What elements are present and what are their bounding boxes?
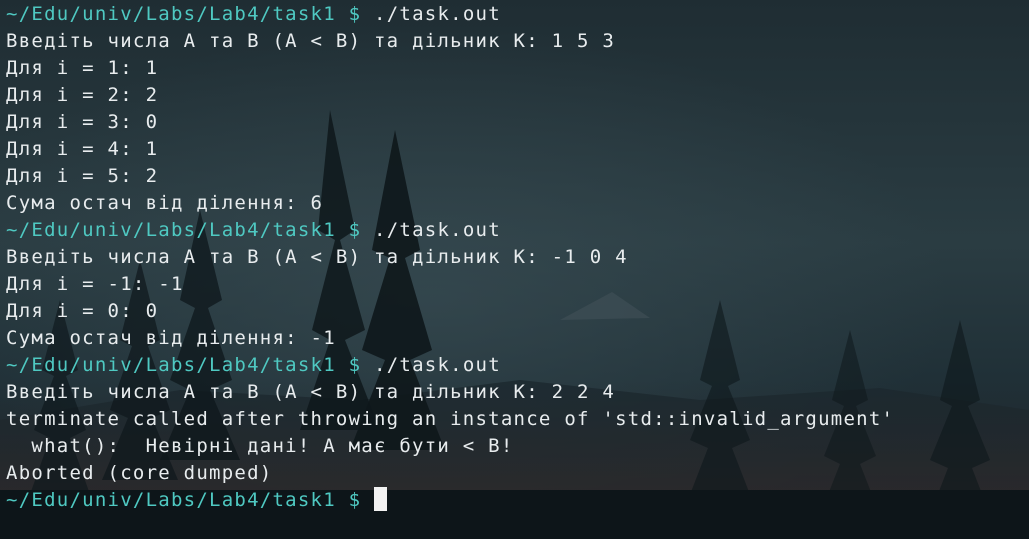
- output-line: Для i = 1: 1: [6, 57, 159, 79]
- prompt-line: ~/Edu/univ/Labs/Lab4/task1 $ ./task.out: [6, 217, 1029, 244]
- output-line: Для i = 5: 2: [6, 165, 159, 187]
- command-text: ./task.out: [374, 219, 501, 241]
- output-line: Введіть числа A та B (A < B) та дільник …: [6, 381, 616, 403]
- prompt-path: ~/Edu/univ/Labs/Lab4/task1: [6, 354, 336, 376]
- output-line: what(): Невірні дані! A має бути < B!: [6, 435, 514, 457]
- prompt-path: ~/Edu/univ/Labs/Lab4/task1: [6, 3, 336, 25]
- output-line: Для i = -1: -1: [6, 273, 184, 295]
- active-prompt-line[interactable]: ~/Edu/univ/Labs/Lab4/task1 $: [6, 487, 1029, 514]
- prompt-line: ~/Edu/univ/Labs/Lab4/task1 $ ./task.out: [6, 1, 1029, 28]
- output-line: Введіть числа A та B (A < B) та дільник …: [6, 30, 616, 52]
- command-text: ./task.out: [374, 3, 501, 25]
- prompt-symbol: $: [348, 3, 362, 25]
- prompt-symbol: $: [348, 489, 362, 511]
- output-line: Введіть числа A та B (A < B) та дільник …: [6, 246, 628, 268]
- output-line: Aborted (core dumped): [6, 462, 273, 484]
- output-line: Для i = 4: 1: [6, 138, 159, 160]
- output-line: Для i = 3: 0: [6, 111, 159, 133]
- output-line: Сума остач від ділення: -1: [6, 327, 336, 349]
- output-line: Для i = 2: 2: [6, 84, 159, 106]
- terminal-window[interactable]: ~/Edu/univ/Labs/Lab4/task1 $ ./task.out …: [0, 0, 1029, 539]
- prompt-path: ~/Edu/univ/Labs/Lab4/task1: [6, 219, 336, 241]
- output-line: Для i = 0: 0: [6, 300, 159, 322]
- prompt-symbol: $: [348, 219, 362, 241]
- text-cursor: [374, 487, 388, 511]
- prompt-line: ~/Edu/univ/Labs/Lab4/task1 $ ./task.out: [6, 352, 1029, 379]
- prompt-path: ~/Edu/univ/Labs/Lab4/task1: [6, 489, 336, 511]
- prompt-symbol: $: [348, 354, 362, 376]
- command-text: ./task.out: [374, 354, 501, 376]
- output-line: Сума остач від ділення: 6: [6, 192, 324, 214]
- output-line: terminate called after throwing an insta…: [6, 408, 895, 430]
